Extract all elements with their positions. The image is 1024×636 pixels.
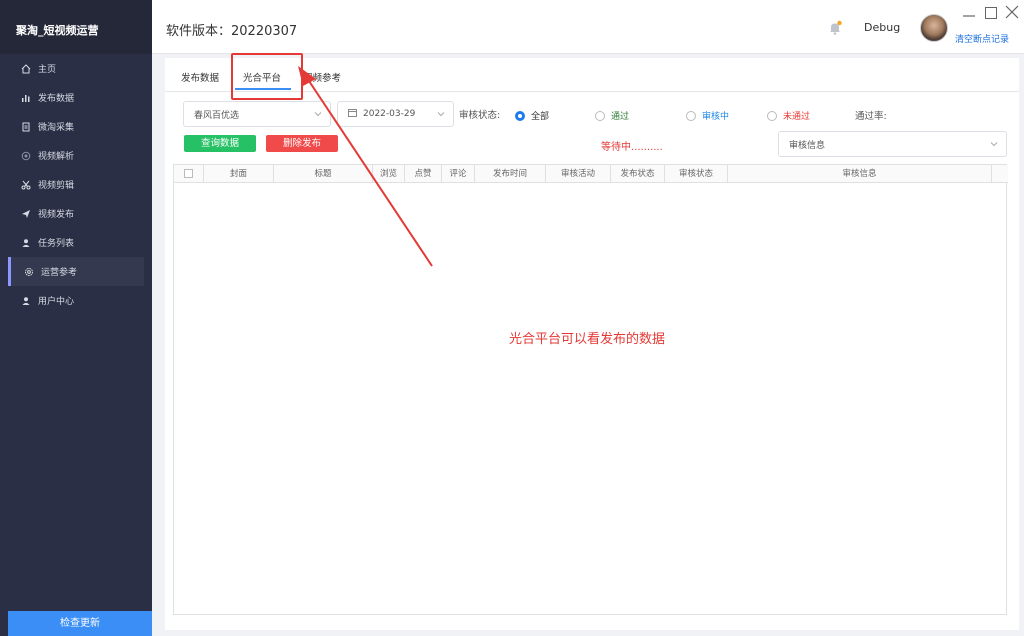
audit-info-select[interactable]: 审核信息 — [778, 131, 1007, 157]
sidebar-item-task-list[interactable]: 任务列表 — [0, 228, 152, 257]
close-icon[interactable] — [1005, 5, 1019, 19]
status-label: 审核状态: — [459, 110, 501, 121]
bell-icon[interactable] — [828, 20, 842, 36]
calendar-icon — [348, 108, 357, 120]
sidebar-item-label: 视频剪辑 — [38, 181, 75, 191]
column-header[interactable]: 评论 — [442, 165, 475, 183]
sidebar: 聚淘_短视频运营 主页 发布数据 微淘采集 视频解析 视频剪辑 视频发布 任务列… — [0, 0, 152, 636]
column-header[interactable]: 封面 — [204, 165, 274, 183]
sidebar-item-weitao-collect[interactable]: 微淘采集 — [0, 112, 152, 141]
sidebar-item-label: 运营参考 — [41, 268, 78, 278]
clear-breakpoints-link[interactable]: 清空断点记录 — [955, 32, 1009, 45]
sidebar-item-label: 主页 — [38, 65, 57, 75]
date-value: 2022-03-29 — [363, 109, 416, 119]
radio-reviewing[interactable]: 审核中 — [686, 109, 729, 122]
select-all-checkbox-cell[interactable] — [174, 165, 204, 183]
audit-info-value: 审核信息 — [789, 140, 826, 151]
header: 软件版本：20220307 Debug 清空断点记录 — [152, 0, 1024, 54]
radio-label: 全部 — [531, 112, 550, 122]
check-update-button[interactable]: 检查更新 — [8, 611, 152, 636]
version-label: 软件版本：20220307 — [166, 24, 298, 39]
user-name: Debug — [864, 21, 901, 34]
tab-publish-data[interactable]: 发布数据 — [181, 70, 219, 84]
sidebar-item-publish-data[interactable]: 发布数据 — [0, 83, 152, 112]
document-icon — [20, 121, 32, 133]
radio-rejected[interactable]: 未通过 — [767, 109, 810, 122]
sidebar-item-label: 视频发布 — [38, 210, 75, 220]
scissors-icon — [20, 179, 32, 191]
sidebar-item-label: 微淘采集 — [38, 123, 75, 133]
avatar[interactable] — [920, 14, 948, 42]
radio-passed[interactable]: 通过 — [595, 109, 629, 122]
radio-label: 未通过 — [783, 112, 811, 122]
column-header[interactable]: 审核活动 — [546, 165, 611, 183]
delete-publish-button[interactable]: 删除发布 — [266, 135, 338, 152]
waiting-status: 等待中.......... — [601, 142, 663, 153]
sidebar-item-ops-reference[interactable]: 运营参考 — [8, 257, 144, 286]
column-header[interactable]: 标题 — [274, 165, 373, 183]
tab-video-reference[interactable]: 视频参考 — [303, 70, 341, 84]
radio-circle — [595, 110, 605, 121]
home-icon — [20, 63, 32, 75]
send-icon — [20, 208, 32, 220]
sidebar-item-video-edit[interactable]: 视频剪辑 — [0, 170, 152, 199]
column-header[interactable]: 点赞 — [405, 165, 442, 183]
chevron-down-icon — [990, 140, 998, 148]
sidebar-item-home[interactable]: 主页 — [0, 54, 152, 83]
circle-icon — [20, 150, 32, 162]
user-icon — [20, 295, 32, 307]
sidebar-item-label: 用户中心 — [38, 297, 75, 307]
radio-all[interactable]: 全部 — [515, 109, 549, 122]
radio-circle — [686, 110, 696, 121]
annotation-text: 光合平台可以看发布的数据 — [509, 332, 666, 347]
sidebar-item-video-parse[interactable]: 视频解析 — [0, 141, 152, 170]
column-header[interactable]: 浏览 — [373, 165, 405, 183]
account-select[interactable]: 春风百优选 — [183, 101, 331, 127]
column-header[interactable]: 发布状态 — [611, 165, 665, 183]
sidebar-item-label: 任务列表 — [38, 239, 75, 249]
radio-label: 通过 — [611, 112, 630, 122]
table-header: 封面 标题 浏览 点赞 评论 发布时间 审核活动 发布状态 审核状态 审核信息 — [174, 165, 1008, 183]
account-select-value: 春风百优选 — [194, 110, 240, 121]
sidebar-item-user-center[interactable]: 用户中心 — [0, 286, 152, 315]
annotation-highlight-box — [231, 53, 303, 100]
column-header[interactable]: 审核信息 — [728, 165, 992, 183]
pass-rate-label: 通过率: — [855, 111, 887, 122]
column-header[interactable]: 发布时间 — [475, 165, 546, 183]
radio-circle — [515, 110, 525, 121]
select-all-checkbox[interactable] — [184, 169, 193, 178]
sidebar-item-video-publish[interactable]: 视频发布 — [0, 199, 152, 228]
sidebar-item-label: 发布数据 — [38, 94, 75, 104]
query-data-button[interactable]: 查询数据 — [184, 135, 256, 152]
chevron-down-icon — [314, 110, 322, 118]
date-picker[interactable]: 2022-03-29 — [337, 101, 454, 127]
sidebar-item-label: 视频解析 — [38, 152, 75, 162]
column-header[interactable]: 审核状态 — [665, 165, 728, 183]
bar-chart-icon — [20, 92, 32, 104]
user-icon — [20, 237, 32, 249]
chevron-down-icon — [437, 110, 445, 118]
maximize-icon[interactable] — [985, 7, 997, 19]
data-table: 封面 标题 浏览 点赞 评论 发布时间 审核活动 发布状态 审核状态 审核信息 — [173, 164, 1008, 615]
app-title: 聚淘_短视频运营 — [0, 0, 152, 54]
radio-circle — [767, 110, 777, 121]
minimize-icon[interactable] — [962, 8, 976, 18]
radio-label: 审核中 — [702, 112, 730, 122]
gear-icon — [23, 266, 35, 278]
